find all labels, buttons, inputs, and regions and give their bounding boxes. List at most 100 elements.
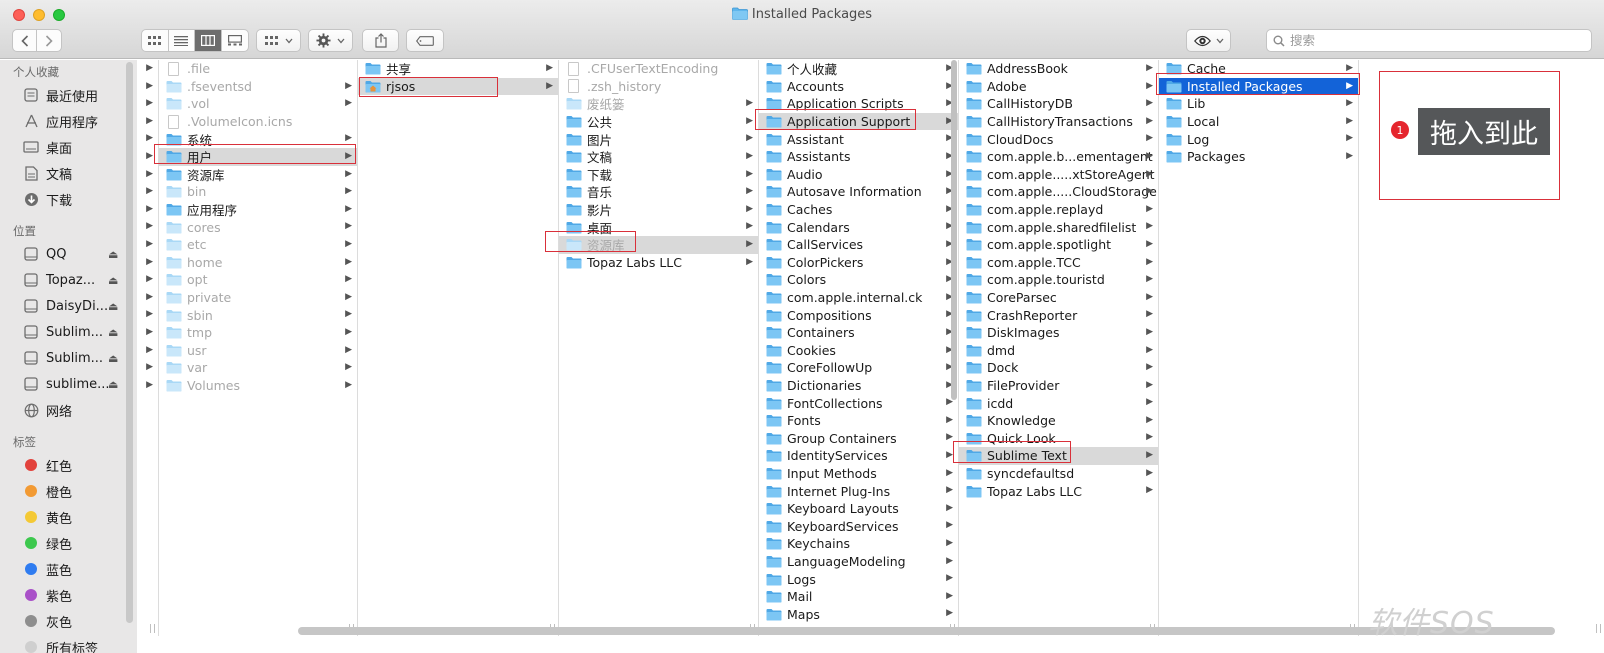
- file-row[interactable]: 资源库 ▶: [159, 166, 357, 184]
- file-row[interactable]: 资源库 ▶: [559, 235, 758, 254]
- file-row[interactable]: .VolumeIcon.icns: [159, 113, 357, 131]
- file-row[interactable]: ▶: [137, 78, 158, 96]
- file-row[interactable]: 图片 ▶: [559, 130, 758, 148]
- search-field[interactable]: [1266, 29, 1592, 52]
- file-row[interactable]: Logs ▶: [759, 570, 958, 588]
- file-row[interactable]: etc ▶: [159, 236, 357, 254]
- file-row[interactable]: ▶: [137, 342, 158, 360]
- sidebar-item-recents[interactable]: 最近使用: [0, 82, 137, 108]
- back-button[interactable]: [13, 30, 38, 51]
- file-row[interactable]: FontCollections ▶: [759, 394, 958, 412]
- sidebar-item-volume-sublime-1[interactable]: Sublim... ⏏: [0, 319, 137, 345]
- sidebar-tag-green[interactable]: 绿色: [0, 530, 137, 556]
- file-row[interactable]: Accounts ▶: [759, 78, 958, 96]
- file-row[interactable]: ▶: [137, 148, 158, 166]
- file-row[interactable]: AddressBook ▶: [959, 60, 1158, 78]
- file-row[interactable]: com.apple.touristd ▶: [959, 271, 1158, 289]
- file-row[interactable]: ▶: [137, 201, 158, 219]
- file-row[interactable]: var ▶: [159, 359, 357, 377]
- sidebar-item-network[interactable]: 网络: [0, 397, 137, 423]
- file-row[interactable]: Keyboard Layouts ▶: [759, 500, 958, 518]
- column-scrollbar[interactable]: [951, 60, 957, 400]
- sidebar-tag-purple[interactable]: 紫色: [0, 582, 137, 608]
- file-row[interactable]: ▶: [137, 166, 158, 184]
- file-row[interactable]: CallHistoryDB ▶: [959, 95, 1158, 113]
- file-row[interactable]: .zsh_history: [559, 78, 758, 96]
- file-row[interactable]: opt ▶: [159, 271, 357, 289]
- file-row[interactable]: Adobe ▶: [959, 78, 1158, 96]
- file-row[interactable]: dmd ▶: [959, 342, 1158, 360]
- file-row[interactable]: 用户 ▶: [159, 147, 357, 166]
- file-row[interactable]: CrashReporter ▶: [959, 306, 1158, 324]
- eject-icon[interactable]: ⏏: [108, 248, 118, 261]
- file-row[interactable]: 共享 ▶: [358, 60, 558, 78]
- file-row[interactable]: ▶: [137, 377, 158, 395]
- file-row[interactable]: Volumes ▶: [159, 377, 357, 395]
- sidebar-tag-red[interactable]: 红色: [0, 452, 137, 478]
- search-input[interactable]: [1290, 33, 1570, 48]
- file-row[interactable]: LanguageModeling ▶: [759, 553, 958, 571]
- file-row[interactable]: Application Support ▶: [759, 112, 958, 131]
- file-row[interactable]: ▶: [137, 130, 158, 148]
- eject-icon[interactable]: ⏏: [108, 274, 118, 287]
- file-row[interactable]: Calendars ▶: [759, 218, 958, 236]
- file-row[interactable]: com.apple.b...ementagent ▶: [959, 148, 1158, 166]
- file-row[interactable]: .file: [159, 60, 357, 78]
- action-menu-button[interactable]: [308, 29, 353, 52]
- file-row[interactable]: com.apple.spotlight ▶: [959, 236, 1158, 254]
- sidebar-item-volume-qq[interactable]: QQ ⏏: [0, 241, 137, 267]
- file-row[interactable]: Compositions ▶: [759, 306, 958, 324]
- file-row[interactable]: Topaz Labs LLC ▶: [559, 254, 758, 272]
- icon-view-button[interactable]: [142, 30, 169, 51]
- file-row[interactable]: IdentityServices ▶: [759, 447, 958, 465]
- file-row[interactable]: cores ▶: [159, 218, 357, 236]
- file-row[interactable]: Cookies ▶: [759, 342, 958, 360]
- file-row[interactable]: Caches ▶: [759, 201, 958, 219]
- sidebar-scrollbar[interactable]: [126, 62, 133, 623]
- file-row[interactable]: Containers ▶: [759, 324, 958, 342]
- file-row[interactable]: Topaz Labs LLC ▶: [959, 482, 1158, 500]
- file-row[interactable]: ▶: [137, 183, 158, 201]
- file-row[interactable]: ▶: [137, 254, 158, 272]
- sidebar-item-desktop[interactable]: 桌面: [0, 134, 137, 160]
- file-row[interactable]: 废纸篓 ▶: [559, 95, 758, 113]
- file-row[interactable]: ColorPickers ▶: [759, 254, 958, 272]
- file-row[interactable]: Colors ▶: [759, 271, 958, 289]
- file-row[interactable]: ▶: [137, 60, 158, 78]
- file-row[interactable]: Internet Plug-Ins ▶: [759, 482, 958, 500]
- file-row[interactable]: tmp ▶: [159, 324, 357, 342]
- sidebar-tag-blue[interactable]: 蓝色: [0, 556, 137, 582]
- file-row[interactable]: KeyboardServices ▶: [759, 517, 958, 535]
- file-row[interactable]: Audio ▶: [759, 166, 958, 184]
- file-row[interactable]: 文稿 ▶: [559, 148, 758, 166]
- file-row[interactable]: com.apple.TCC ▶: [959, 254, 1158, 272]
- sidebar-item-volume-sublime-3[interactable]: sublime... ⏏: [0, 371, 137, 397]
- file-row[interactable]: ▶: [137, 95, 158, 113]
- edit-tags-button[interactable]: [406, 29, 444, 52]
- file-row[interactable]: CoreFollowUp ▶: [759, 359, 958, 377]
- file-row[interactable]: 桌面 ▶: [559, 218, 758, 236]
- gallery-view-button[interactable]: [222, 30, 248, 51]
- file-row[interactable]: Installed Packages ▶: [1159, 77, 1358, 96]
- file-row[interactable]: 个人收藏 ▶: [759, 60, 958, 78]
- column-resize-handle[interactable]: | |: [1595, 624, 1602, 634]
- file-row[interactable]: bin ▶: [159, 183, 357, 201]
- file-row[interactable]: .vol ▶: [159, 95, 357, 113]
- column-view-button[interactable]: [195, 30, 222, 51]
- file-row[interactable]: ▶: [137, 218, 158, 236]
- file-row[interactable]: Lib ▶: [1159, 95, 1358, 113]
- file-row[interactable]: ▶: [137, 271, 158, 289]
- sidebar-item-volume-daisydisk[interactable]: DaisyDi... ⏏: [0, 293, 137, 319]
- file-row[interactable]: Autosave Information ▶: [759, 183, 958, 201]
- sidebar-item-downloads[interactable]: 下载: [0, 186, 137, 212]
- file-row[interactable]: Mail ▶: [759, 588, 958, 606]
- file-row[interactable]: Sublime Text ▶: [959, 447, 1158, 465]
- file-row[interactable]: ▶: [137, 236, 158, 254]
- file-row[interactable]: Maps ▶: [759, 605, 958, 623]
- file-row[interactable]: ▶: [137, 324, 158, 342]
- file-row[interactable]: com.apple.sharedfilelist ▶: [959, 218, 1158, 236]
- sidebar-item-volume-topaz[interactable]: Topaz... ⏏: [0, 267, 137, 293]
- file-row[interactable]: Local ▶: [1159, 113, 1358, 131]
- file-row[interactable]: Assistants ▶: [759, 148, 958, 166]
- file-row[interactable]: Application Scripts ▶: [759, 95, 958, 113]
